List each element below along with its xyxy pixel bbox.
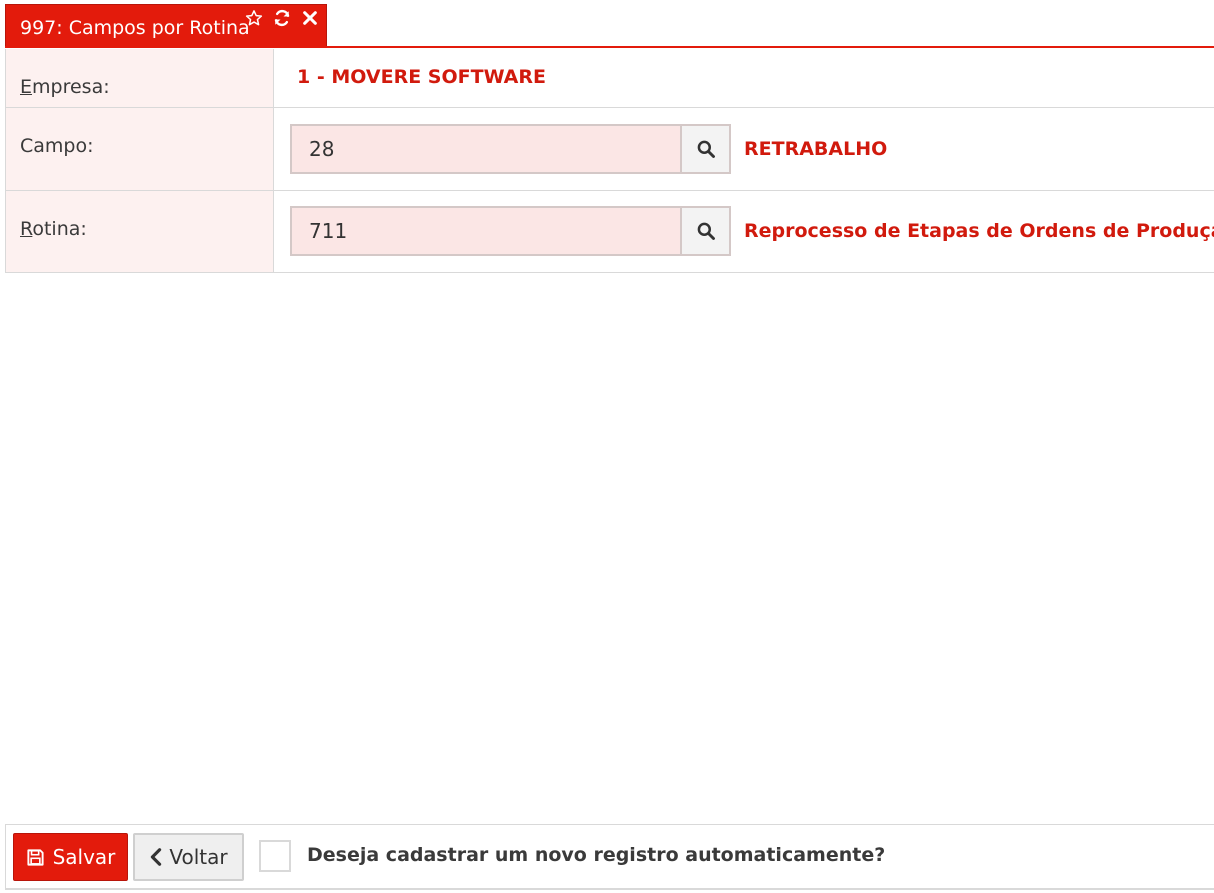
rotina-label: Rotina: — [20, 218, 87, 240]
value-cell-campo: RETRABALHO — [274, 108, 1214, 190]
form-table: Empresa: 1 - MOVERE SOFTWARE Campo: RETR… — [5, 49, 1214, 273]
label-cell-empresa: Empresa: — [5, 49, 274, 107]
label-cell-rotina: Rotina: — [5, 191, 274, 272]
rotina-description: Reprocesso de Etapas de Ordens de Produç… — [744, 220, 1214, 242]
campo-label: Campo: — [20, 135, 94, 157]
floppy-disk-icon — [27, 848, 44, 866]
empresa-label: Empresa: — [20, 76, 110, 98]
tab-title: 997: Campos por Rotina — [20, 17, 250, 39]
close-icon[interactable] — [299, 7, 321, 29]
footer-bar: Salvar Voltar Deseja cadastrar um novo r… — [5, 824, 1214, 890]
campo-input-group — [290, 124, 731, 174]
star-icon[interactable] — [243, 7, 265, 29]
empresa-value: 1 - MOVERE SOFTWARE — [297, 66, 546, 88]
campo-description: RETRABALHO — [744, 138, 888, 160]
save-button[interactable]: Salvar — [13, 833, 128, 881]
save-label: Salvar — [52, 845, 116, 869]
rotina-input-group — [290, 206, 731, 256]
auto-new-record-checkbox[interactable] — [259, 840, 291, 872]
chevron-left-icon — [151, 848, 162, 866]
back-button[interactable]: Voltar — [133, 833, 244, 881]
tab-campos-por-rotina[interactable]: 997: Campos por Rotina — [5, 4, 327, 46]
row-empresa: Empresa: 1 - MOVERE SOFTWARE — [5, 49, 1214, 108]
rotina-input[interactable] — [290, 206, 680, 256]
search-icon — [697, 222, 715, 240]
rotina-search-button[interactable] — [680, 206, 731, 256]
value-cell-empresa: 1 - MOVERE SOFTWARE — [274, 49, 1214, 107]
auto-new-record-label: Deseja cadastrar um novo registro automa… — [307, 844, 886, 866]
label-cell-campo: Campo: — [5, 108, 274, 190]
row-campo: Campo: RETRABALHO — [5, 108, 1214, 191]
campo-search-button[interactable] — [680, 124, 731, 174]
value-cell-rotina: Reprocesso de Etapas de Ordens de Produç… — [274, 191, 1214, 272]
row-rotina: Rotina: Reprocesso de Etapas de Ordens d… — [5, 191, 1214, 273]
campo-input[interactable] — [290, 124, 680, 174]
refresh-icon[interactable] — [271, 7, 293, 29]
tab-underline — [5, 46, 1214, 48]
search-icon — [697, 140, 715, 158]
back-label: Voltar — [169, 845, 228, 869]
